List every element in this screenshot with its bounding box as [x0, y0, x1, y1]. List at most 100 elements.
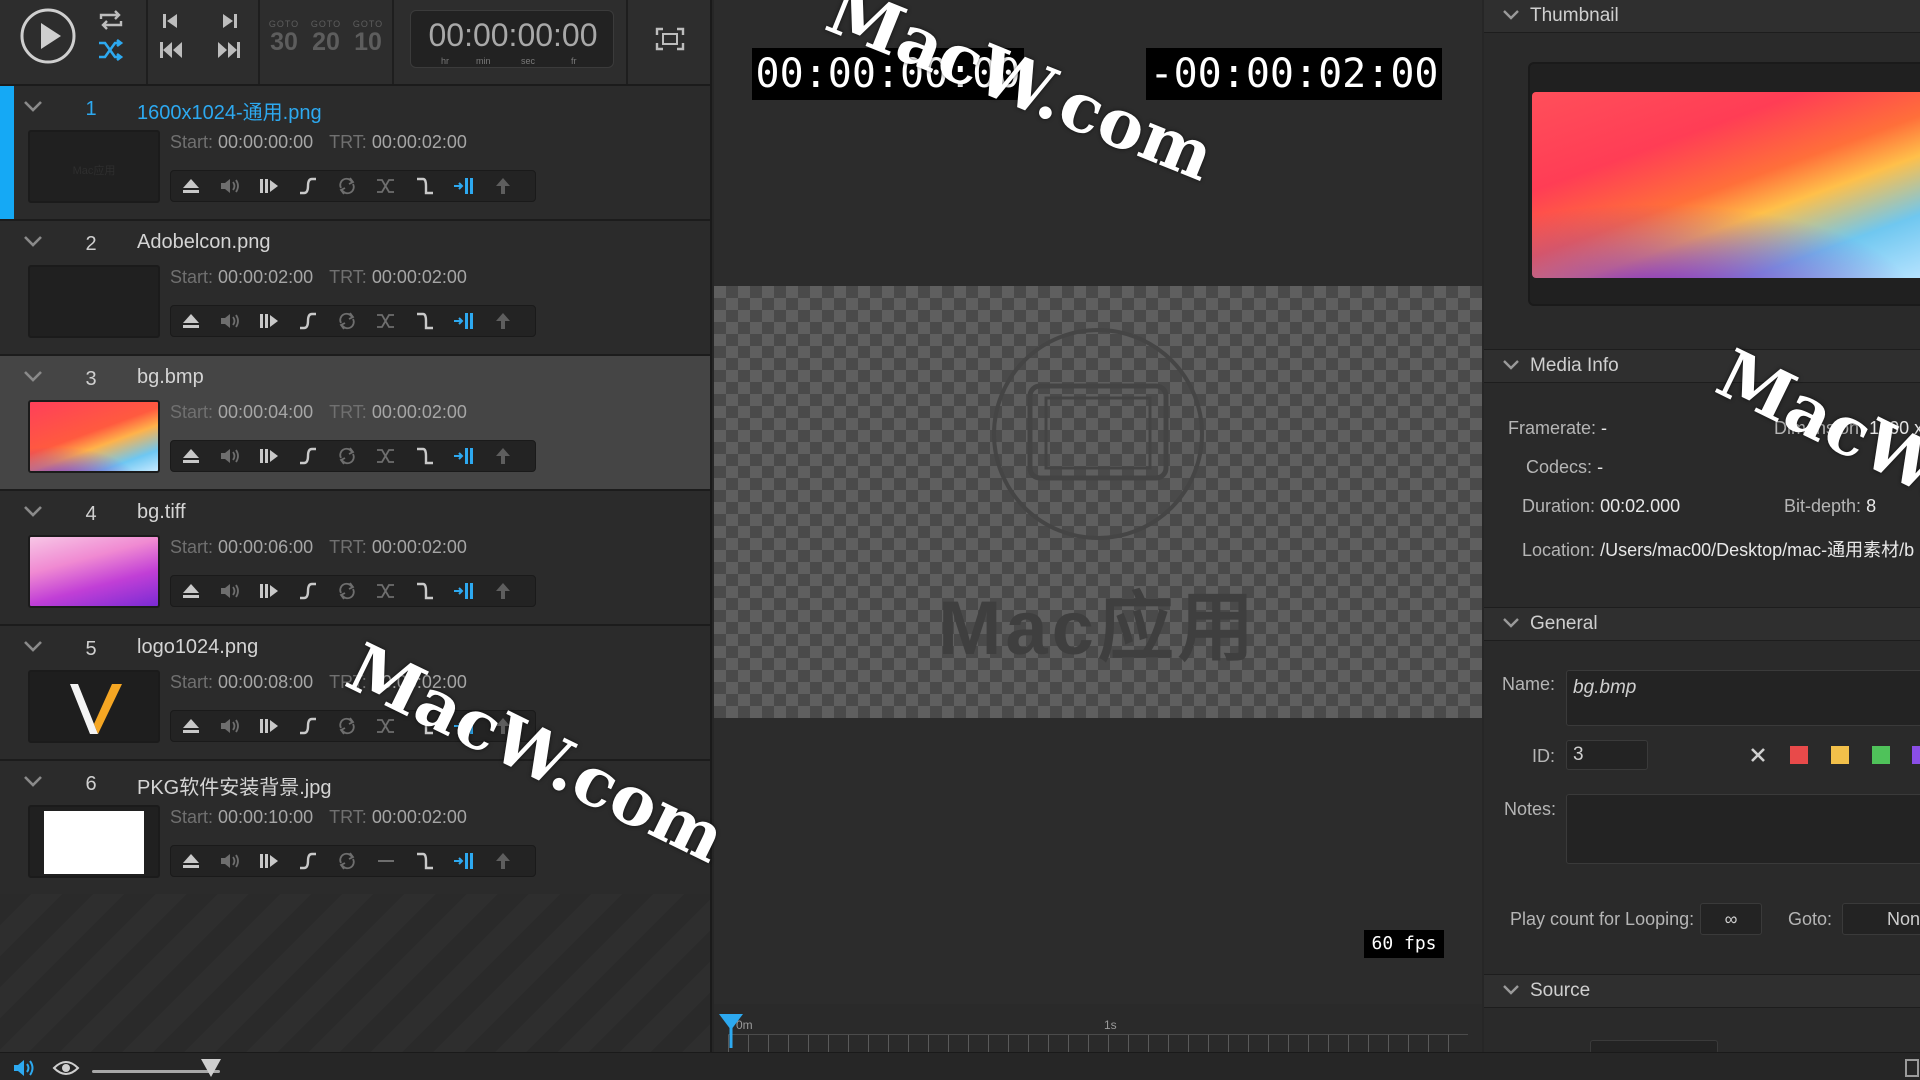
shuffle-button[interactable] — [366, 441, 405, 471]
shuffle-button[interactable] — [366, 306, 405, 336]
shuffle-button[interactable] — [366, 711, 405, 741]
goto-30-button[interactable]: GOTO 30 — [266, 20, 302, 56]
up-arrow-button[interactable] — [483, 441, 522, 471]
source-section-header[interactable]: Source — [1484, 974, 1920, 1008]
cue-row[interactable]: 3 bg.bmp Start: 00:00:04:00 TRT: 00:00:02:0… — [0, 356, 710, 491]
fade-out-button[interactable] — [405, 711, 444, 741]
goto-20-button[interactable]: GOTO 20 — [308, 20, 344, 56]
loop-button[interactable] — [96, 8, 126, 32]
previous-cue-button[interactable] — [158, 10, 182, 32]
eject-button[interactable] — [171, 846, 210, 876]
general-section-header[interactable]: General — [1484, 607, 1920, 641]
cue-name[interactable]: logo1024.png — [137, 636, 258, 659]
fade-out-button[interactable] — [405, 306, 444, 336]
line-button[interactable] — [366, 846, 405, 876]
volume-button[interactable] — [210, 171, 249, 201]
play-next-button[interactable] — [249, 441, 288, 471]
play-next-button[interactable] — [249, 711, 288, 741]
up-arrow-button[interactable] — [483, 171, 522, 201]
cue-name[interactable]: bg.bmp — [137, 366, 204, 389]
volume-slider-handle[interactable] — [200, 1058, 222, 1078]
id-field[interactable]: 3 — [1566, 740, 1648, 770]
cue-name[interactable]: PKG软件安装背景.jpg — [137, 771, 331, 800]
eye-icon[interactable] — [52, 1060, 80, 1076]
cue-row[interactable]: 5 logo1024.png Start: 00:00:08:00 TRT: 00:0… — [0, 626, 710, 761]
shuffle-button[interactable] — [366, 576, 405, 606]
media-info-section-header[interactable]: Media Info — [1484, 349, 1920, 383]
playcount-field[interactable]: ∞ — [1700, 903, 1762, 935]
source-field[interactable] — [1590, 1040, 1718, 1052]
chevron-down-icon[interactable] — [22, 233, 44, 249]
goto-select[interactable]: Non — [1842, 903, 1920, 935]
up-arrow-button[interactable] — [483, 306, 522, 336]
next-cue-button[interactable] — [218, 10, 242, 32]
up-arrow-button[interactable] — [483, 711, 522, 741]
thumbnail-section-header[interactable]: Thumbnail — [1484, 0, 1920, 33]
split-button[interactable] — [444, 171, 483, 201]
loop-button[interactable] — [327, 171, 366, 201]
shuffle-button[interactable] — [366, 171, 405, 201]
split-button[interactable] — [444, 306, 483, 336]
chevron-down-icon[interactable] — [22, 503, 44, 519]
eject-button[interactable] — [171, 171, 210, 201]
eject-button[interactable] — [171, 306, 210, 336]
cue-row[interactable]: 6 PKG软件安装背景.jpg Start: 00:00:10:00 TRT: 00:… — [0, 761, 710, 896]
fade-in-button[interactable] — [288, 171, 327, 201]
color-swatch-yellow[interactable] — [1831, 746, 1849, 764]
volume-button[interactable] — [210, 711, 249, 741]
play-next-button[interactable] — [249, 306, 288, 336]
chevron-down-icon[interactable] — [22, 773, 44, 789]
fade-out-button[interactable] — [405, 576, 444, 606]
play-next-button[interactable] — [249, 576, 288, 606]
shuffle-button[interactable] — [96, 38, 126, 62]
chevron-down-icon[interactable] — [22, 368, 44, 384]
split-button[interactable] — [444, 576, 483, 606]
volume-button[interactable] — [210, 846, 249, 876]
loop-button[interactable] — [327, 576, 366, 606]
color-swatch-green[interactable] — [1872, 746, 1890, 764]
fade-in-button[interactable] — [288, 711, 327, 741]
volume-icon[interactable] — [12, 1059, 38, 1077]
cue-name[interactable]: bg.tiff — [137, 501, 186, 524]
eject-button[interactable] — [171, 441, 210, 471]
split-button[interactable] — [444, 846, 483, 876]
volume-button[interactable] — [210, 306, 249, 336]
cue-row[interactable]: 2 Adobelcon.png Start: 00:00:02:00 TRT: 00:… — [0, 221, 710, 356]
cue-row[interactable]: 1 1600x1024-通用.png Mac应用 Start: 00:00:00:00… — [0, 86, 710, 221]
fast-forward-button[interactable] — [214, 38, 244, 62]
play-next-button[interactable] — [249, 171, 288, 201]
color-swatch-red[interactable] — [1790, 746, 1808, 764]
fade-out-button[interactable] — [405, 846, 444, 876]
loop-button[interactable] — [327, 441, 366, 471]
cue-name[interactable]: 1600x1024-通用.png — [137, 96, 322, 125]
preview-canvas[interactable]: Mac应用 — [714, 286, 1482, 718]
name-field[interactable]: bg.bmp — [1566, 670, 1920, 726]
up-arrow-button[interactable] — [483, 846, 522, 876]
eject-button[interactable] — [171, 711, 210, 741]
volume-button[interactable] — [210, 441, 249, 471]
fade-in-button[interactable] — [288, 576, 327, 606]
chevron-down-icon[interactable] — [22, 638, 44, 654]
play-button[interactable] — [18, 6, 78, 66]
loop-button[interactable] — [327, 846, 366, 876]
color-swatch-purple[interactable] — [1912, 746, 1920, 764]
split-button[interactable] — [444, 711, 483, 741]
fullscreen-button[interactable] — [652, 24, 688, 54]
clear-color-icon[interactable] — [1750, 747, 1766, 763]
split-button[interactable] — [444, 441, 483, 471]
fade-in-button[interactable] — [288, 846, 327, 876]
loop-button[interactable] — [327, 306, 366, 336]
eject-button[interactable] — [171, 576, 210, 606]
fade-out-button[interactable] — [405, 441, 444, 471]
fade-out-button[interactable] — [405, 171, 444, 201]
goto-10-button[interactable]: GOTO 10 — [350, 20, 386, 56]
notes-field[interactable] — [1566, 794, 1920, 864]
volume-button[interactable] — [210, 576, 249, 606]
fade-in-button[interactable] — [288, 441, 327, 471]
cue-row[interactable]: 4 bg.tiff Start: 00:00:06:00 TRT: 00:00:02:… — [0, 491, 710, 626]
chevron-down-icon[interactable] — [22, 98, 44, 114]
up-arrow-button[interactable] — [483, 576, 522, 606]
loop-button[interactable] — [327, 711, 366, 741]
corner-icon[interactable] — [1904, 1059, 1920, 1077]
rewind-button[interactable] — [156, 38, 186, 62]
